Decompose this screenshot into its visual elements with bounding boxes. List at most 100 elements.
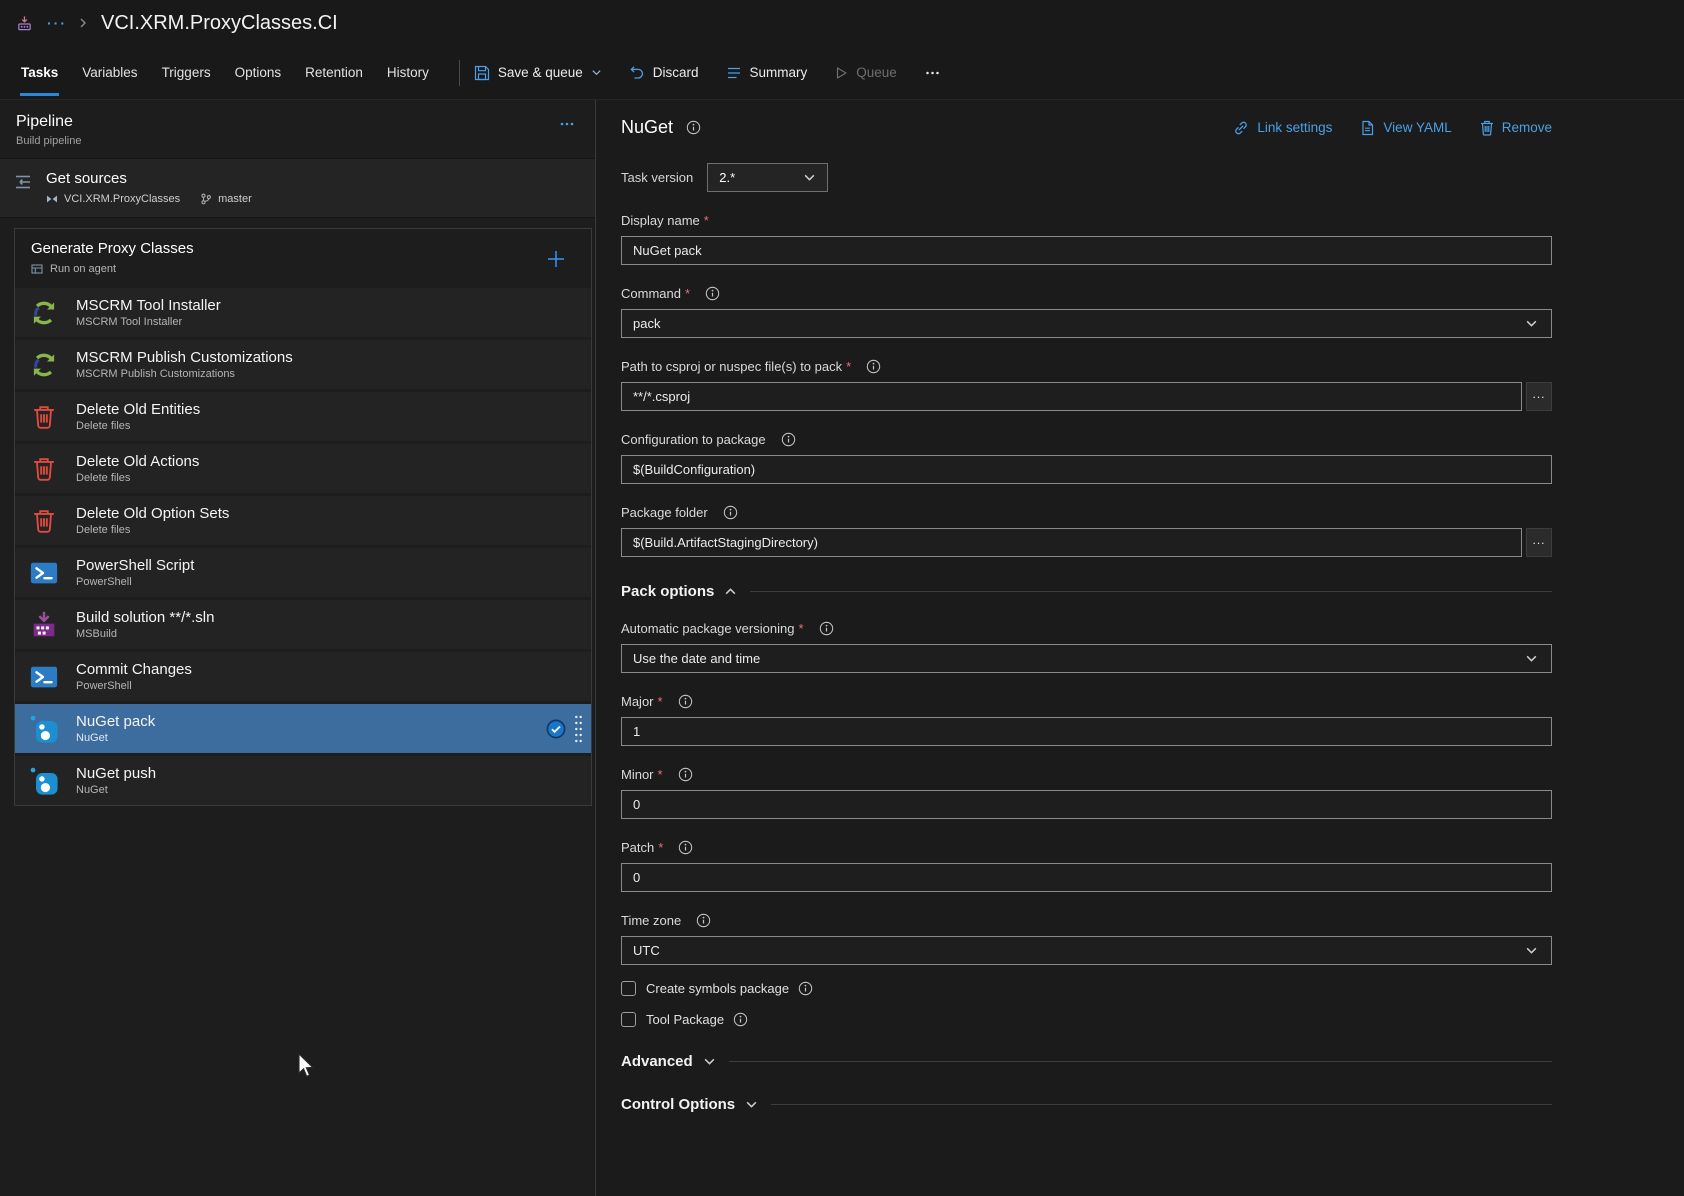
pack-path-browse-button[interactable]: ... [1526,382,1552,411]
info-icon[interactable] [678,694,693,709]
automatic-package-versioning-select[interactable]: Use the date and time [621,644,1552,673]
tab-history[interactable]: History [375,46,441,99]
configuration-to-package-label: Configuration to package [621,432,766,447]
content-area: Pipeline Build pipeline Get sources VCI.… [0,100,1684,1196]
task-panel-title: NuGet [621,117,673,138]
task-row-powershell-script[interactable]: PowerShell ScriptPowerShell [15,548,591,597]
patch-input[interactable] [621,863,1552,892]
task-version-label: Task version [621,170,693,185]
trash-red-icon [29,402,59,432]
section-divider-line [771,1104,1552,1105]
link-settings-button[interactable]: Link settings [1233,120,1332,136]
more-icon [924,65,941,81]
tab-tasks[interactable]: Tasks [9,46,70,99]
command-select[interactable]: pack [621,309,1552,338]
task-text: NuGet packNuGet [76,713,546,744]
tab-bar: TasksVariablesTriggersOptionsRetentionHi… [0,46,1684,100]
info-icon[interactable] [781,432,796,447]
automatic-package-versioning-value: Use the date and time [633,651,760,666]
top-header-bar: ··· VCI.XRM.ProxyClasses.CI [0,0,1684,46]
display-name-input[interactable] [621,236,1552,265]
create-symbols-package-checkbox[interactable] [621,981,636,996]
create-symbols-package-label: Create symbols package [646,981,789,996]
major-input[interactable] [621,717,1552,746]
play-icon [834,66,848,80]
task-row-delete-old-actions[interactable]: Delete Old ActionsDelete files [15,444,591,493]
task-text: NuGet pushNuGet [76,765,583,796]
task-selected-check-icon [546,719,566,739]
task-title: MSCRM Publish Customizations [76,349,583,366]
breadcrumb-more-button[interactable]: ··· [47,15,67,31]
tab-options[interactable]: Options [223,46,294,99]
info-icon[interactable] [678,767,693,782]
package-folder-label: Package folder [621,505,708,520]
view-yaml-button[interactable]: View YAML [1360,120,1451,136]
task-row-build-solution-sln[interactable]: Build solution **/*.slnMSBuild [15,600,591,649]
task-version-select[interactable]: 2.* [707,163,828,192]
tab-triggers[interactable]: Triggers [150,46,223,99]
summary-icon [726,65,742,81]
mscrm-icon [29,350,59,380]
summary-button[interactable]: Summary [726,65,808,81]
discard-button[interactable]: Discard [629,65,699,81]
task-title: Delete Old Entities [76,401,583,418]
task-row-delete-old-option-sets[interactable]: Delete Old Option SetsDelete files [15,496,591,545]
task-row-mscrm-publish-customizations[interactable]: MSCRM Publish CustomizationsMSCRM Publis… [15,340,591,389]
task-row-mscrm-tool-installer[interactable]: MSCRM Tool InstallerMSCRM Tool Installer [15,288,591,337]
more-button[interactable] [924,65,941,81]
agent-job-header[interactable]: Generate Proxy Classes Run on agent [15,229,591,285]
task-title: Build solution **/*.sln [76,609,583,626]
queue-label: Queue [856,65,897,80]
tab-retention[interactable]: Retention [293,46,375,99]
pipeline-sidebar: Pipeline Build pipeline Get sources VCI.… [0,100,596,1196]
save-queue-button[interactable]: Save & queue [474,65,602,81]
major-label: Major [621,694,654,709]
add-task-button[interactable] [545,248,567,270]
time-zone-label-row: Time zone [621,913,1552,928]
powershell-icon [29,662,59,692]
pipeline-subtitle: Build pipeline [16,135,81,147]
tool-package-label: Tool Package [646,1012,724,1027]
get-sources-icon [13,172,33,205]
task-row-commit-changes[interactable]: Commit ChangesPowerShell [15,652,591,701]
package-folder-browse-button[interactable]: ... [1526,528,1552,557]
tool-package-checkbox[interactable] [621,1012,636,1027]
task-title: Commit Changes [76,661,583,678]
task-row-delete-old-entities[interactable]: Delete Old EntitiesDelete files [15,392,591,441]
pipeline-more-button[interactable] [559,117,575,131]
patch-label-row: Patch* [621,840,1552,855]
info-icon[interactable] [678,840,693,855]
time-zone-select[interactable]: UTC [621,936,1552,965]
info-icon[interactable] [866,359,881,374]
info-icon[interactable] [705,286,720,301]
task-info-icon[interactable] [686,120,701,135]
control-options-section-header[interactable]: Control Options [621,1096,1552,1113]
info-icon[interactable] [696,913,711,928]
pack-options-section-header[interactable]: Pack options [621,583,1552,600]
minor-input[interactable] [621,790,1552,819]
info-icon[interactable] [723,505,738,520]
automatic-package-versioning-label-row: Automatic package versioning* [621,621,1552,636]
task-subtitle: NuGet [76,732,546,744]
remove-button[interactable]: Remove [1480,120,1552,136]
advanced-section-header[interactable]: Advanced [621,1053,1552,1070]
nuget-icon [29,766,59,796]
info-icon[interactable] [733,1012,748,1027]
get-sources-item[interactable]: Get sources VCI.XRM.ProxyClasses master [0,158,595,218]
required-asterisk: * [798,621,803,636]
chevron-down-icon [703,1055,716,1068]
pack-path-input[interactable] [621,382,1522,411]
task-subtitle: MSCRM Tool Installer [76,316,583,328]
tab-variables[interactable]: Variables [70,46,149,99]
task-drag-grip[interactable] [574,713,583,745]
get-sources-meta: VCI.XRM.ProxyClasses master [46,193,252,205]
task-row-nuget-pack[interactable]: NuGet packNuGet [15,704,591,753]
display-name-label: Display name [621,213,700,228]
task-row-nuget-push[interactable]: NuGet pushNuGet [15,756,591,805]
configuration-to-package-label-row: Configuration to package [621,432,1552,447]
info-icon[interactable] [798,981,813,996]
section-divider-line [729,1061,1552,1062]
info-icon[interactable] [819,621,834,636]
configuration-to-package-input[interactable] [621,455,1552,484]
package-folder-input[interactable] [621,528,1522,557]
